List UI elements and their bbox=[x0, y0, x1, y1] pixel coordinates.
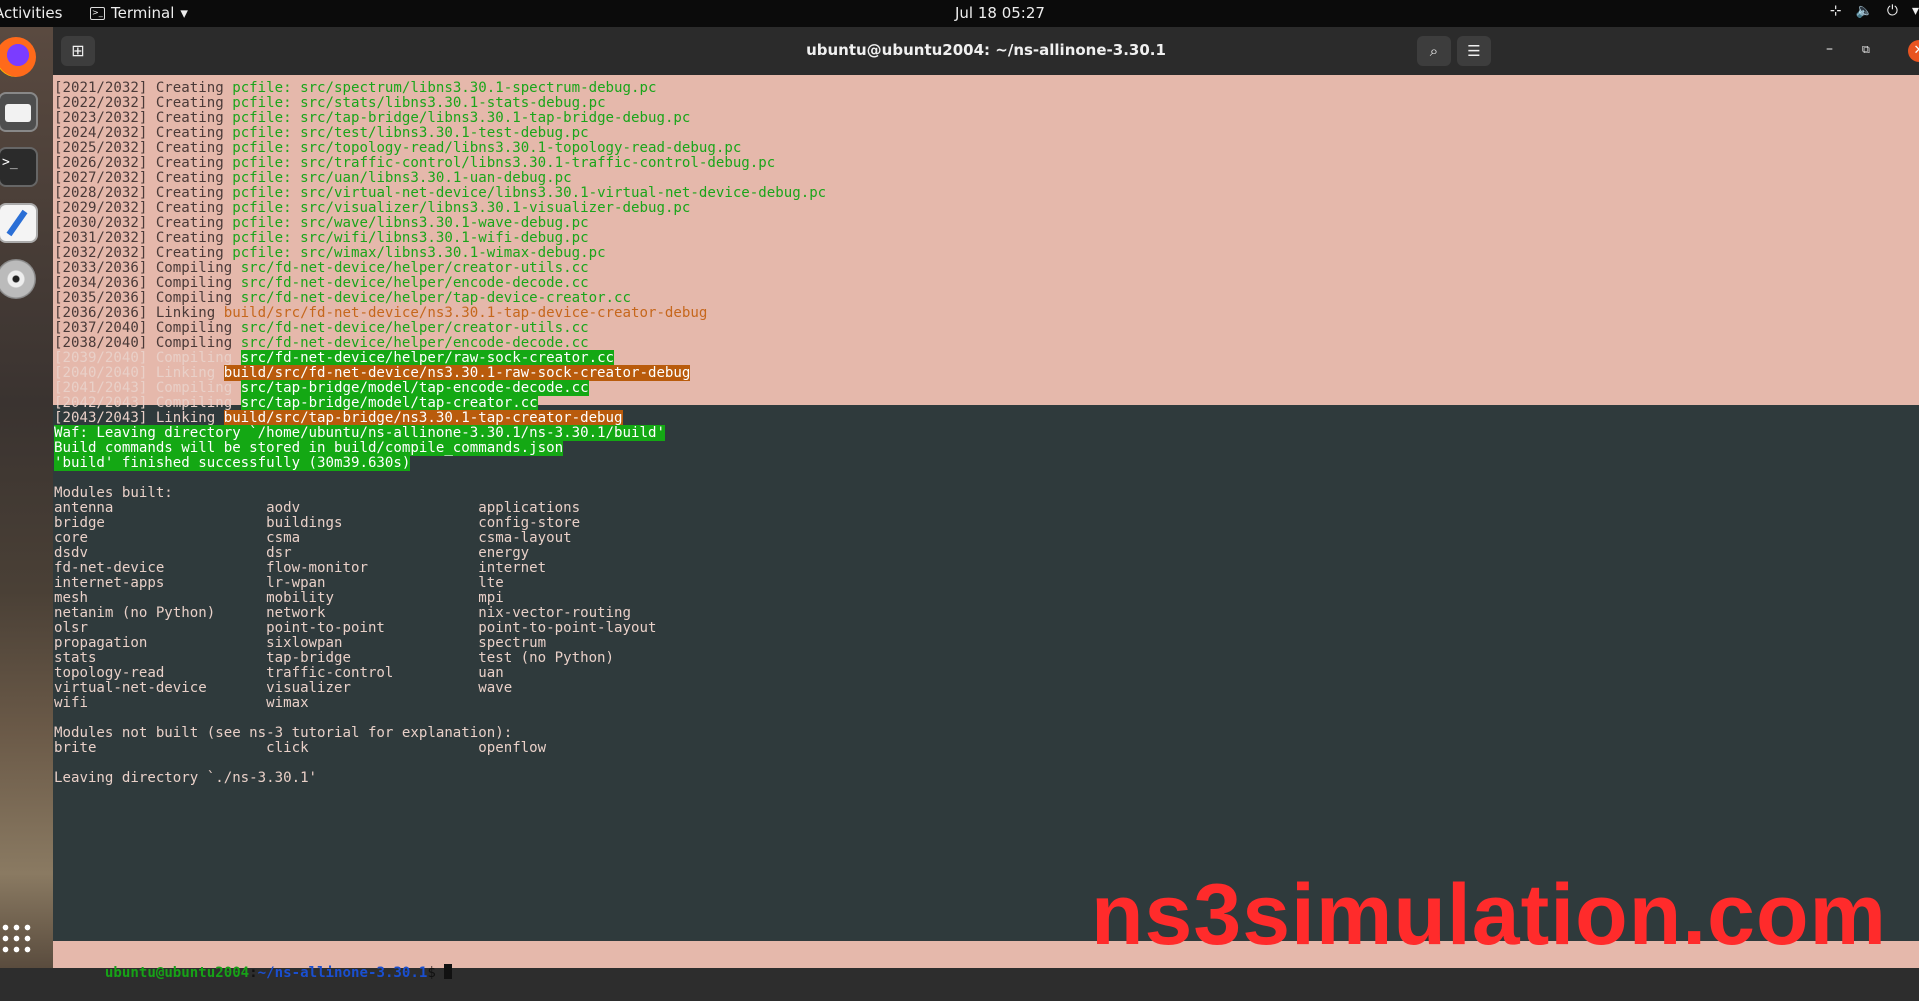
search-button[interactable]: ⌕ bbox=[1417, 36, 1451, 66]
system-tray[interactable]: ⊹ 🔈 ⏻ ▾ bbox=[1830, 3, 1919, 19]
header-bar: ⊞ ubuntu@ubuntu2004: ~/ns-allinone-3.30.… bbox=[53, 27, 1919, 75]
dock: >_ bbox=[0, 27, 53, 968]
chevron-down-icon[interactable]: ▾ bbox=[1912, 3, 1919, 19]
line-prefix: wifi wimax bbox=[54, 695, 309, 711]
line-target: 'build' finished successfully (30m39.630… bbox=[54, 455, 411, 471]
line-prefix: Leaving directory `./ns-3.30.1' bbox=[54, 770, 318, 786]
app-name: Terminal bbox=[111, 4, 175, 22]
search-icon: ⌕ bbox=[1429, 42, 1439, 60]
terminal-window: ⊞ ubuntu@ubuntu2004: ~/ns-allinone-3.30.… bbox=[53, 27, 1919, 981]
firefox-icon[interactable] bbox=[0, 37, 36, 77]
minimize-icon: – bbox=[1826, 41, 1833, 57]
network-icon[interactable]: ⊹ bbox=[1830, 3, 1842, 19]
caret-down-icon: ▾ bbox=[180, 4, 188, 22]
line-prefix: brite click openflow bbox=[54, 740, 547, 756]
activities-button[interactable]: Activities bbox=[0, 4, 62, 22]
app-grid-icon[interactable] bbox=[0, 922, 34, 956]
menu-button[interactable]: ☰ bbox=[1457, 36, 1491, 66]
terminal-line: 'build' finished successfully (30m39.630… bbox=[54, 454, 411, 472]
app-menu[interactable]: >_ Terminal ▾ bbox=[90, 4, 188, 22]
terminal-output[interactable]: [2021/2032] Creating pcfile: src/spectru… bbox=[53, 75, 1919, 981]
shell-prompt[interactable]: ubuntu@ubuntu2004:~/ns-allinone-3.30.1$ bbox=[54, 946, 453, 981]
disc-icon[interactable] bbox=[0, 259, 36, 299]
terminal-small-icon: >_ bbox=[90, 6, 105, 20]
watermark: ns3simulation.com bbox=[1091, 867, 1887, 963]
maximize-button[interactable]: ⧉ bbox=[1862, 43, 1870, 57]
maximize-icon: ⧉ bbox=[1862, 43, 1870, 56]
power-icon[interactable]: ⏻ bbox=[1887, 3, 1898, 19]
window-title: ubuntu@ubuntu2004: ~/ns-allinone-3.30.1 bbox=[806, 41, 1166, 59]
terminal-icon[interactable]: >_ bbox=[0, 147, 38, 187]
text-cursor bbox=[444, 964, 453, 980]
minimize-button[interactable]: – bbox=[1826, 41, 1833, 57]
terminal-line: brite click openflow bbox=[54, 739, 546, 757]
menu-icon: ☰ bbox=[1467, 42, 1481, 60]
files-icon[interactable] bbox=[0, 92, 38, 132]
clock[interactable]: Jul 18 05:27 bbox=[955, 4, 1045, 22]
close-icon: ✕ bbox=[1914, 43, 1919, 58]
terminal-line: wifi wimax bbox=[54, 694, 309, 712]
text-editor-icon[interactable] bbox=[0, 203, 38, 243]
top-bar: Activities >_ Terminal ▾ Jul 18 05:27 ⊹ … bbox=[0, 0, 1919, 27]
terminal-line: Leaving directory `./ns-3.30.1' bbox=[54, 769, 317, 787]
volume-icon[interactable]: 🔈 bbox=[1855, 3, 1872, 19]
